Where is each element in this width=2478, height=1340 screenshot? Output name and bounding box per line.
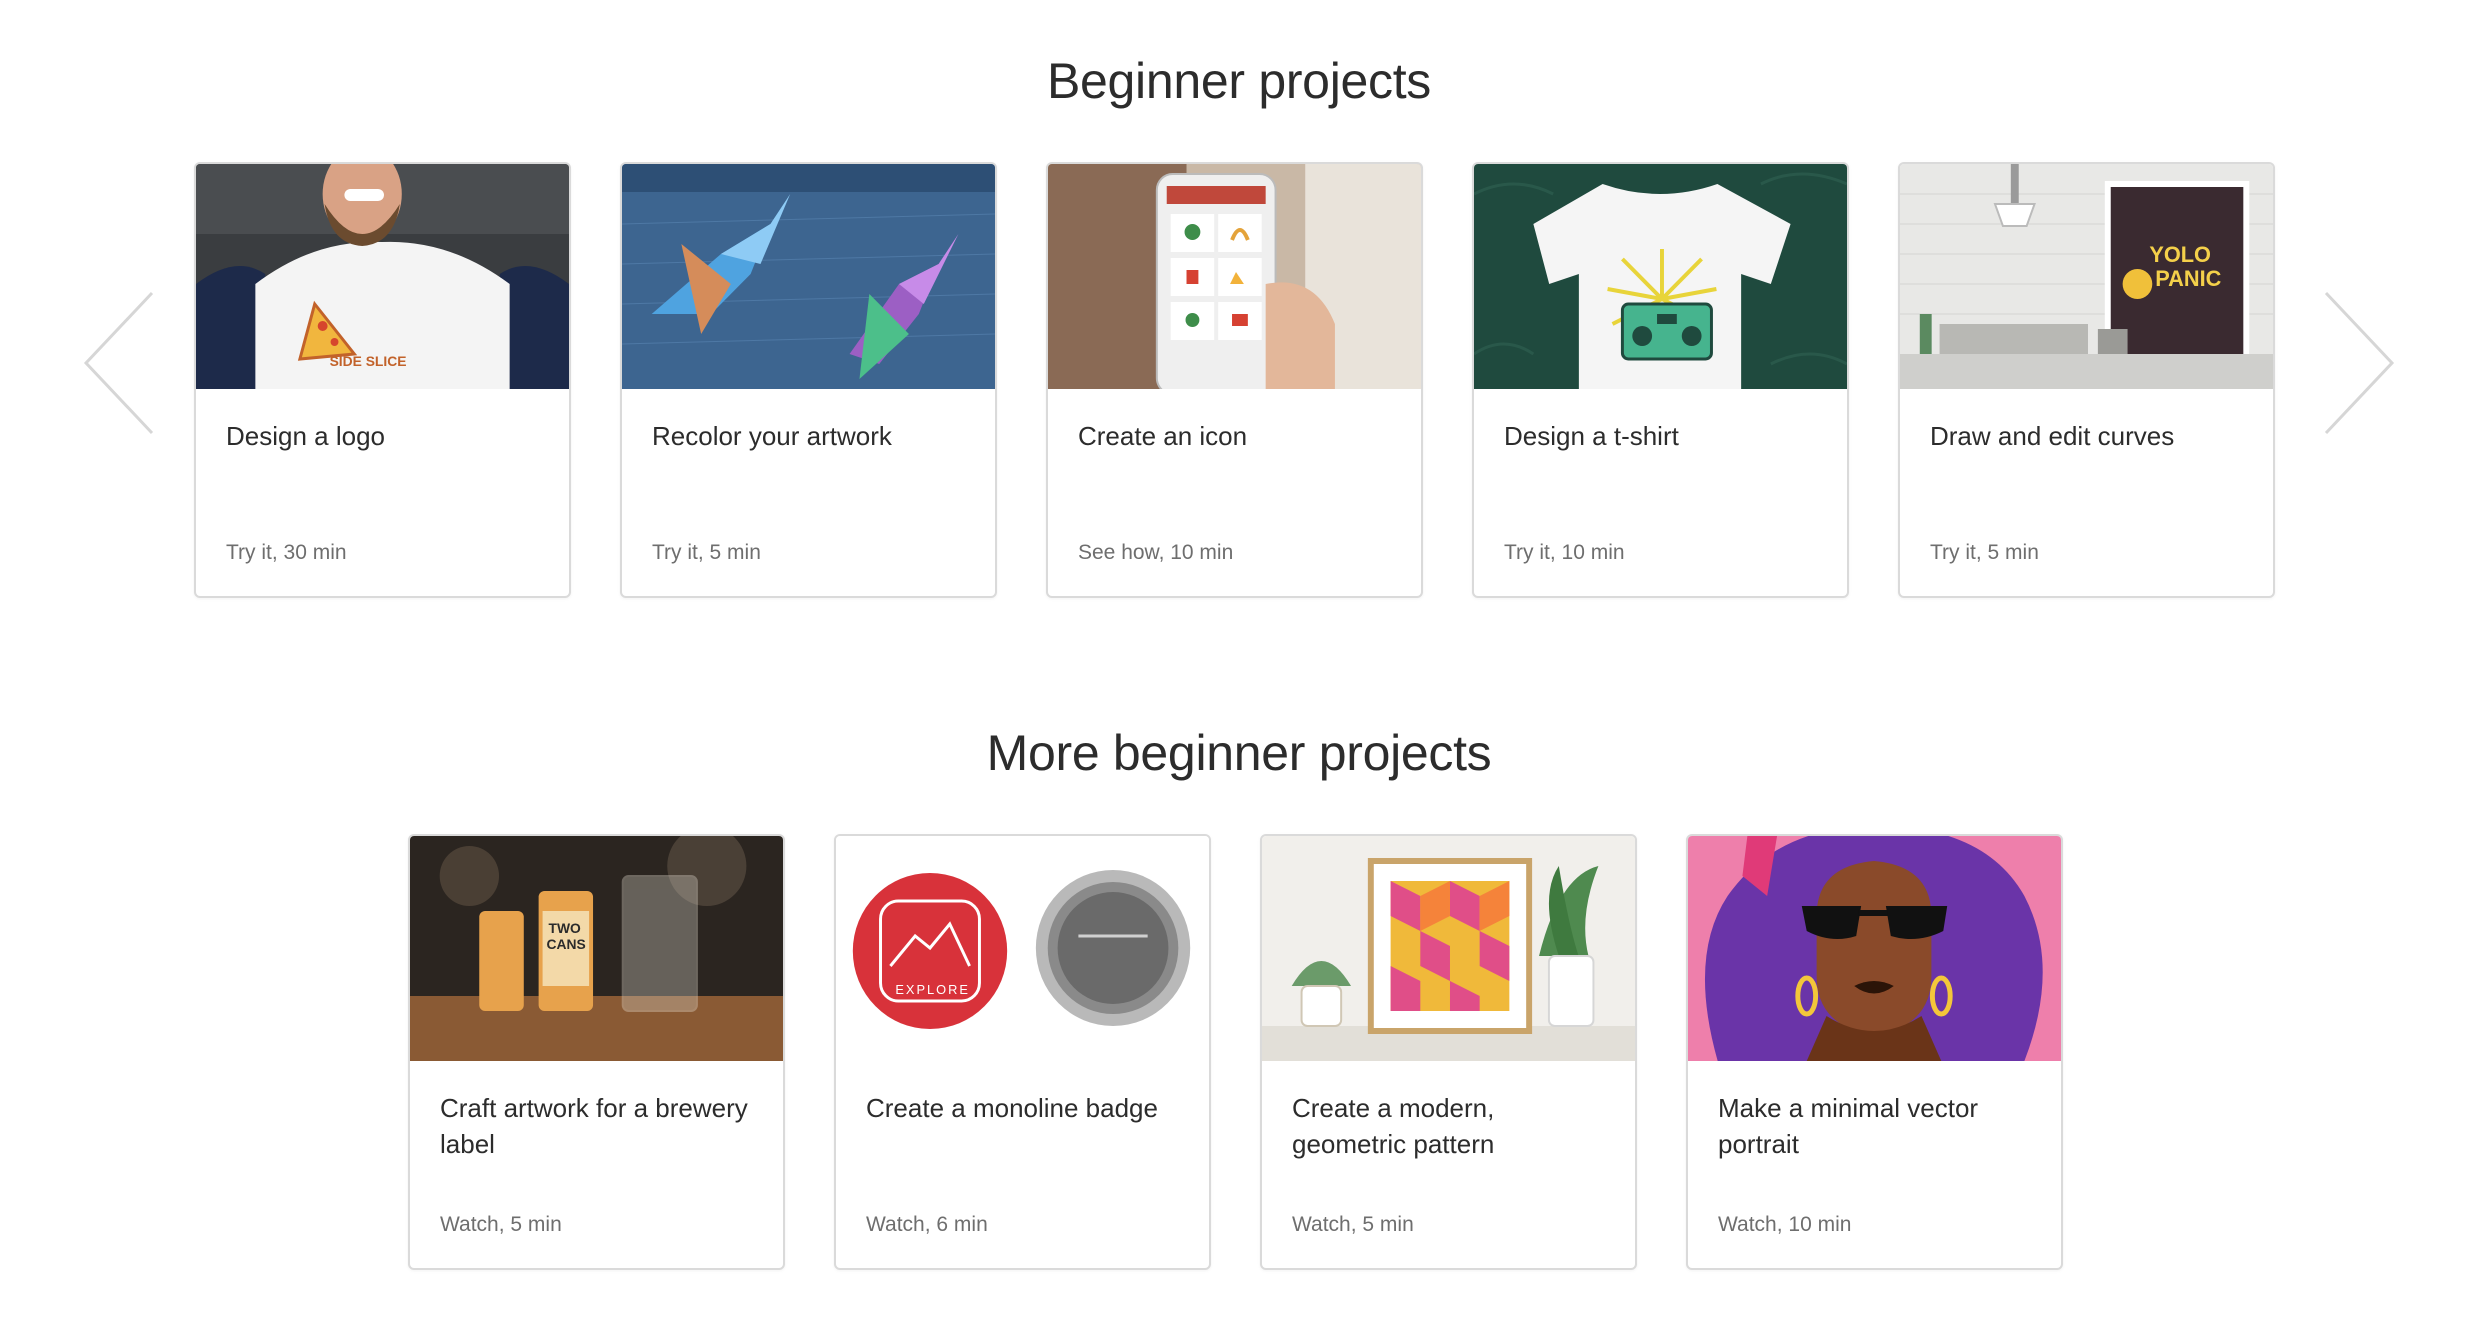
more-beginner-projects-grid: TWO CANS Craft artwork for a brewery lab… (408, 834, 2063, 1270)
project-card-vector-portrait[interactable]: Make a minimal vector portrait Watch, 10… (1686, 834, 2063, 1270)
carousel-prev-button[interactable] (80, 288, 160, 438)
yolo-poster-text: YOLO (2149, 242, 2211, 267)
project-card-design-tshirt[interactable]: Design a t-shirt Try it, 10 min (1472, 162, 1849, 598)
project-card-create-icon[interactable]: Create an icon See how, 10 min (1046, 162, 1423, 598)
card-meta: Try it, 10 min (1504, 541, 1625, 564)
card-title: Make a minimal vector portrait (1718, 1093, 1979, 1159)
card-meta: Watch, 6 min (866, 1213, 988, 1236)
card-title: Create a modern, geometric pattern (1292, 1093, 1495, 1159)
chevron-left-icon (83, 291, 154, 435)
chevron-right-icon (2324, 291, 2395, 435)
card-title: Draw and edit curves (1930, 421, 2175, 451)
project-card-geometric-pattern[interactable]: Create a modern, geometric pattern Watch… (1260, 834, 1637, 1270)
card-meta: Watch, 5 min (440, 1213, 562, 1236)
project-card-draw-curves[interactable]: YOLO PANIC Draw and edit curves Try it, … (1898, 162, 2275, 598)
card-title: Create an icon (1078, 421, 1248, 451)
project-card-design-logo[interactable]: SIDE SLICE Design a logo Try it, 30 min (194, 162, 571, 598)
two-label-text: TWO (549, 920, 581, 936)
side-slice-logo-text: SIDE SLICE (330, 353, 407, 369)
section-title-more-beginner-projects: More beginner projects (986, 725, 1492, 781)
card-title: Create a monoline badge (866, 1093, 1158, 1123)
section-title-beginner-projects: Beginner projects (1046, 53, 1431, 109)
project-card-brewery-label[interactable]: TWO CANS Craft artwork for a brewery lab… (408, 834, 785, 1270)
design-tshirt-thumbnail (1474, 164, 1847, 389)
monoline-badge-thumbnail: EXPLORE (836, 836, 1209, 1061)
design-logo-thumbnail: SIDE SLICE (196, 164, 569, 389)
card-title: Design a t-shirt (1504, 421, 1679, 451)
vector-portrait-thumbnail (1688, 836, 2061, 1061)
card-meta: Try it, 5 min (652, 541, 761, 564)
explore-badge-text: EXPLORE (895, 982, 970, 997)
draw-curves-thumbnail: YOLO PANIC (1900, 164, 2273, 389)
card-title: Recolor your artwork (652, 421, 892, 451)
cans-label-text: CANS (547, 936, 586, 952)
card-meta: Try it, 5 min (1930, 541, 2039, 564)
panic-poster-text: PANIC (2155, 266, 2221, 291)
project-card-recolor-artwork[interactable]: Recolor your artwork Try it, 5 min (620, 162, 997, 598)
card-meta: Watch, 5 min (1292, 1213, 1414, 1236)
card-title: Design a logo (226, 421, 385, 451)
geometric-pattern-thumbnail (1262, 836, 1635, 1061)
card-title: Craft artwork for a brewery label (440, 1093, 748, 1159)
card-meta: Watch, 10 min (1718, 1213, 1852, 1236)
brewery-label-thumbnail: TWO CANS (410, 836, 783, 1061)
project-card-monoline-badge[interactable]: EXPLORE Create a monoline badge Watch, 6… (834, 834, 1211, 1270)
card-meta: Try it, 30 min (226, 541, 347, 564)
create-icon-thumbnail (1048, 164, 1421, 389)
carousel-next-button[interactable] (2318, 288, 2398, 438)
beginner-projects-carousel: SIDE SLICE Design a logo Try it, 30 min (194, 162, 2275, 598)
recolor-artwork-thumbnail (622, 164, 995, 389)
card-meta: See how, 10 min (1078, 541, 1234, 564)
